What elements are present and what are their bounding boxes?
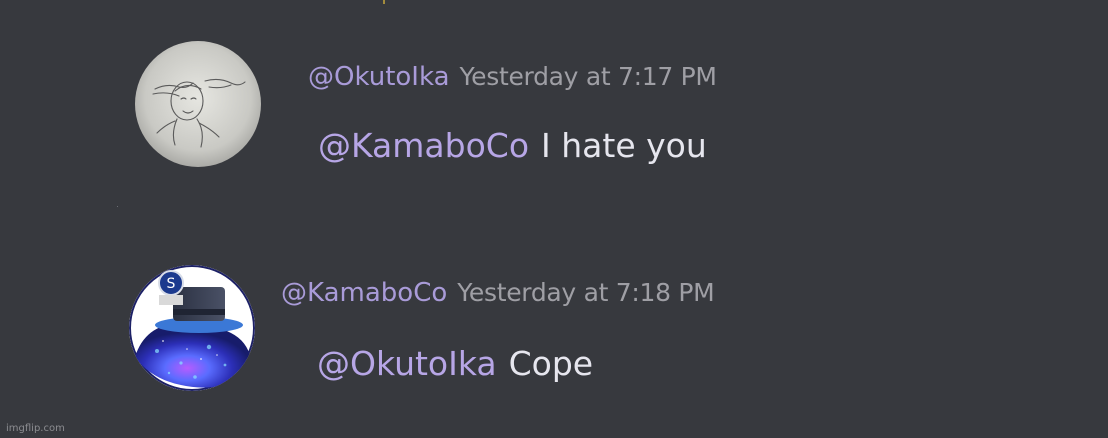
message-content: @KamaboCo I hate you [318,126,707,166]
message-header: @OkutoIka Yesterday at 7:17 PM [308,61,717,93]
chat-message: @OkutoIka Yesterday at 7:17 PM @KamaboCo I… [0,0,1108,180]
timestamp: Yesterday at 7:17 PM [459,62,717,91]
user-mention[interactable]: @OkutoIka [317,344,497,383]
watermark-text: imgflip.com [6,423,65,434]
message-content: @OkutoIka Cope [317,344,593,384]
galaxy-octopus-avatar-icon[interactable]: S [129,265,255,391]
message-header: @KamaboCo Yesterday at 7:18 PM [281,277,715,309]
sketch-avatar-icon[interactable] [135,41,261,167]
message-text: I hate you [541,126,707,165]
user-mention[interactable]: @KamaboCo [318,126,529,165]
message-text: Cope [508,344,594,383]
username[interactable]: @OkutoIka [308,62,450,92]
decorative-speck [117,206,118,207]
chat-canvas: @OkutoIka Yesterday at 7:17 PM @KamaboCo I… [0,0,1108,438]
timestamp: Yesterday at 7:18 PM [457,278,715,307]
chat-message: S @KamaboCo Yesterday at 7:18 PM @OkutoIk… [0,220,1108,400]
svg-text:S: S [167,276,176,292]
username[interactable]: @KamaboCo [281,278,447,308]
